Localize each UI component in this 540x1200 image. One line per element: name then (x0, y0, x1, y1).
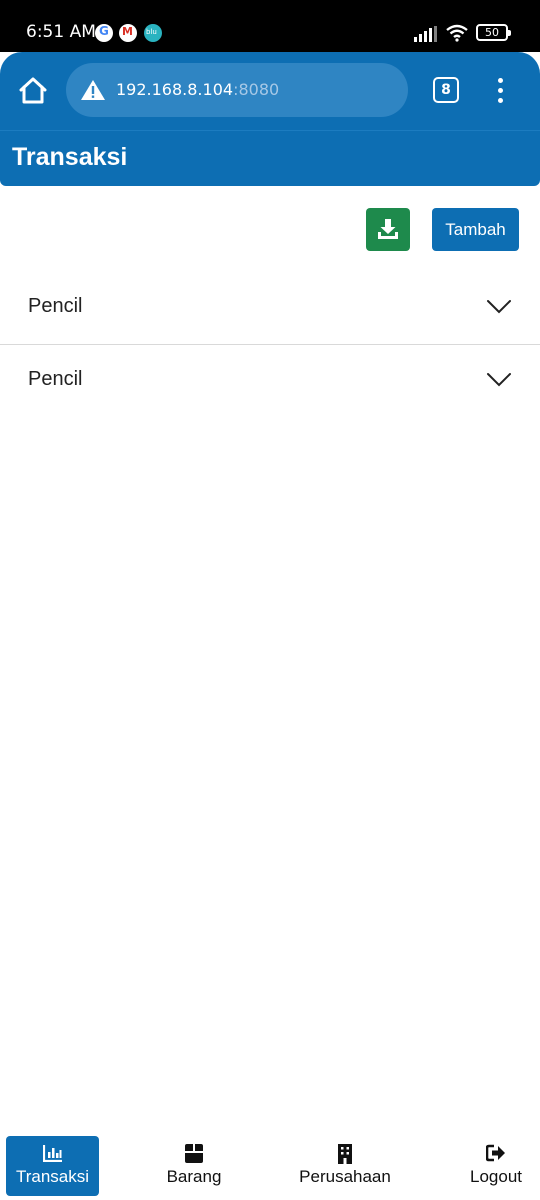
page-title: Transaksi (12, 143, 128, 171)
nav-item-transaksi[interactable]: Transaksi (6, 1136, 99, 1196)
browser-toolbar: 192.168.8.104:8080 8 (0, 52, 540, 130)
building-icon (338, 1144, 352, 1164)
tabs-button[interactable]: 8 (433, 77, 459, 103)
box-icon (185, 1144, 203, 1163)
google-icon (95, 24, 113, 42)
nav-label: Logout (470, 1167, 522, 1186)
status-bar: 6:51 AM 50 (0, 0, 540, 52)
status-time: 6:51 AM (26, 22, 96, 42)
nav-label: Perusahaan (299, 1167, 391, 1186)
wifi-icon (446, 24, 468, 42)
list-item-label: Pencil (28, 368, 83, 390)
list-item[interactable]: Pencil (0, 272, 540, 345)
warning-icon (81, 80, 105, 100)
nav-label: Barang (166, 1167, 222, 1186)
url-bar[interactable]: 192.168.8.104:8080 (66, 63, 408, 117)
download-button[interactable] (366, 208, 410, 251)
home-icon[interactable] (14, 71, 52, 111)
nav-item-barang[interactable]: Barang (150, 1136, 238, 1196)
list-item-label: Pencil (28, 295, 83, 317)
gmail-icon (119, 24, 137, 42)
url-text: 192.168.8.104:8080 (116, 80, 280, 99)
list-item[interactable]: Pencil (0, 345, 540, 418)
bottom-nav: Transaksi Barang Perusahaan Logout (0, 1132, 540, 1200)
add-button[interactable]: Tambah (432, 208, 519, 251)
chevron-down-icon (487, 373, 511, 387)
nav-item-logout[interactable]: Logout (458, 1136, 534, 1196)
more-menu-icon[interactable] (492, 76, 510, 106)
chevron-down-icon (487, 300, 511, 314)
transaction-list: Pencil Pencil (0, 272, 540, 418)
logout-icon (486, 1144, 505, 1162)
blu-icon (144, 24, 162, 42)
signal-icon (414, 26, 438, 42)
bar-chart-icon (42, 1145, 62, 1162)
nav-item-perusahaan[interactable]: Perusahaan (290, 1136, 400, 1196)
app-header: Transaksi (0, 130, 540, 186)
download-icon (378, 219, 398, 239)
nav-label: Transaksi (15, 1167, 90, 1186)
battery-icon: 50 (476, 24, 511, 41)
